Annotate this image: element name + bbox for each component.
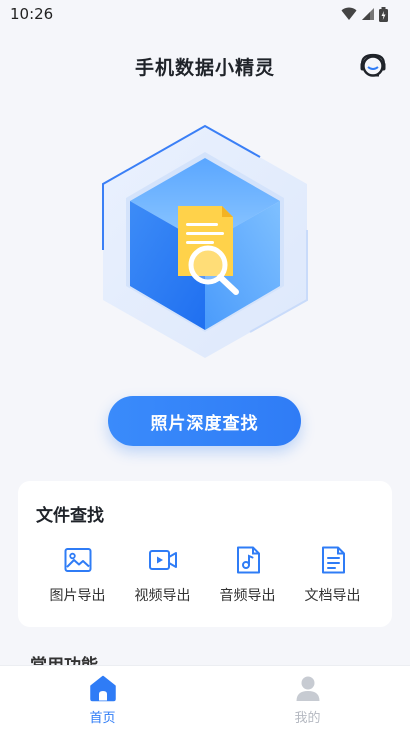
file-search-card: 文件查找 图片导出 视频导出 音频导出 文档导出 [18, 481, 392, 627]
cell-signal-icon [362, 8, 374, 20]
tab-profile-label: 我的 [294, 711, 321, 726]
bottom-tab-bar: 首页 我的 [0, 665, 410, 729]
video-export-label: 视频导出 [134, 588, 191, 604]
hexagon-document-search-illustration [102, 124, 308, 358]
profile-icon [296, 676, 319, 701]
file-search-title: 文件查找 [36, 506, 104, 526]
battery-icon [379, 6, 388, 22]
tab-home[interactable]: 首页 [0, 666, 205, 729]
home-icon [89, 675, 116, 702]
audio-export-label: 音频导出 [219, 588, 276, 604]
headset-icon[interactable] [358, 51, 388, 81]
app-title: 手机数据小精灵 [134, 56, 275, 79]
image-icon [64, 548, 91, 572]
status-time: 10:26 [10, 5, 54, 23]
status-bar: 10:26 [0, 0, 410, 28]
app-header: 手机数据小精灵 [0, 44, 410, 88]
image-export-button[interactable]: 图片导出 [35, 545, 120, 615]
video-icon [148, 550, 177, 570]
photo-deep-search-button[interactable]: 照片深度查找 [108, 396, 301, 446]
audio-export-button[interactable]: 音频导出 [205, 545, 290, 615]
document-export-button[interactable]: 文档导出 [290, 545, 375, 615]
image-export-label: 图片导出 [49, 588, 106, 604]
status-icons [341, 6, 388, 22]
wifi-icon [341, 7, 357, 20]
music-file-icon [236, 546, 260, 574]
file-search-items: 图片导出 视频导出 音频导出 文档导出 [18, 545, 392, 615]
video-export-button[interactable]: 视频导出 [120, 545, 205, 615]
document-export-label: 文档导出 [304, 588, 361, 604]
tab-home-label: 首页 [89, 711, 116, 726]
document-icon [321, 546, 345, 574]
tab-profile[interactable]: 我的 [205, 666, 410, 729]
